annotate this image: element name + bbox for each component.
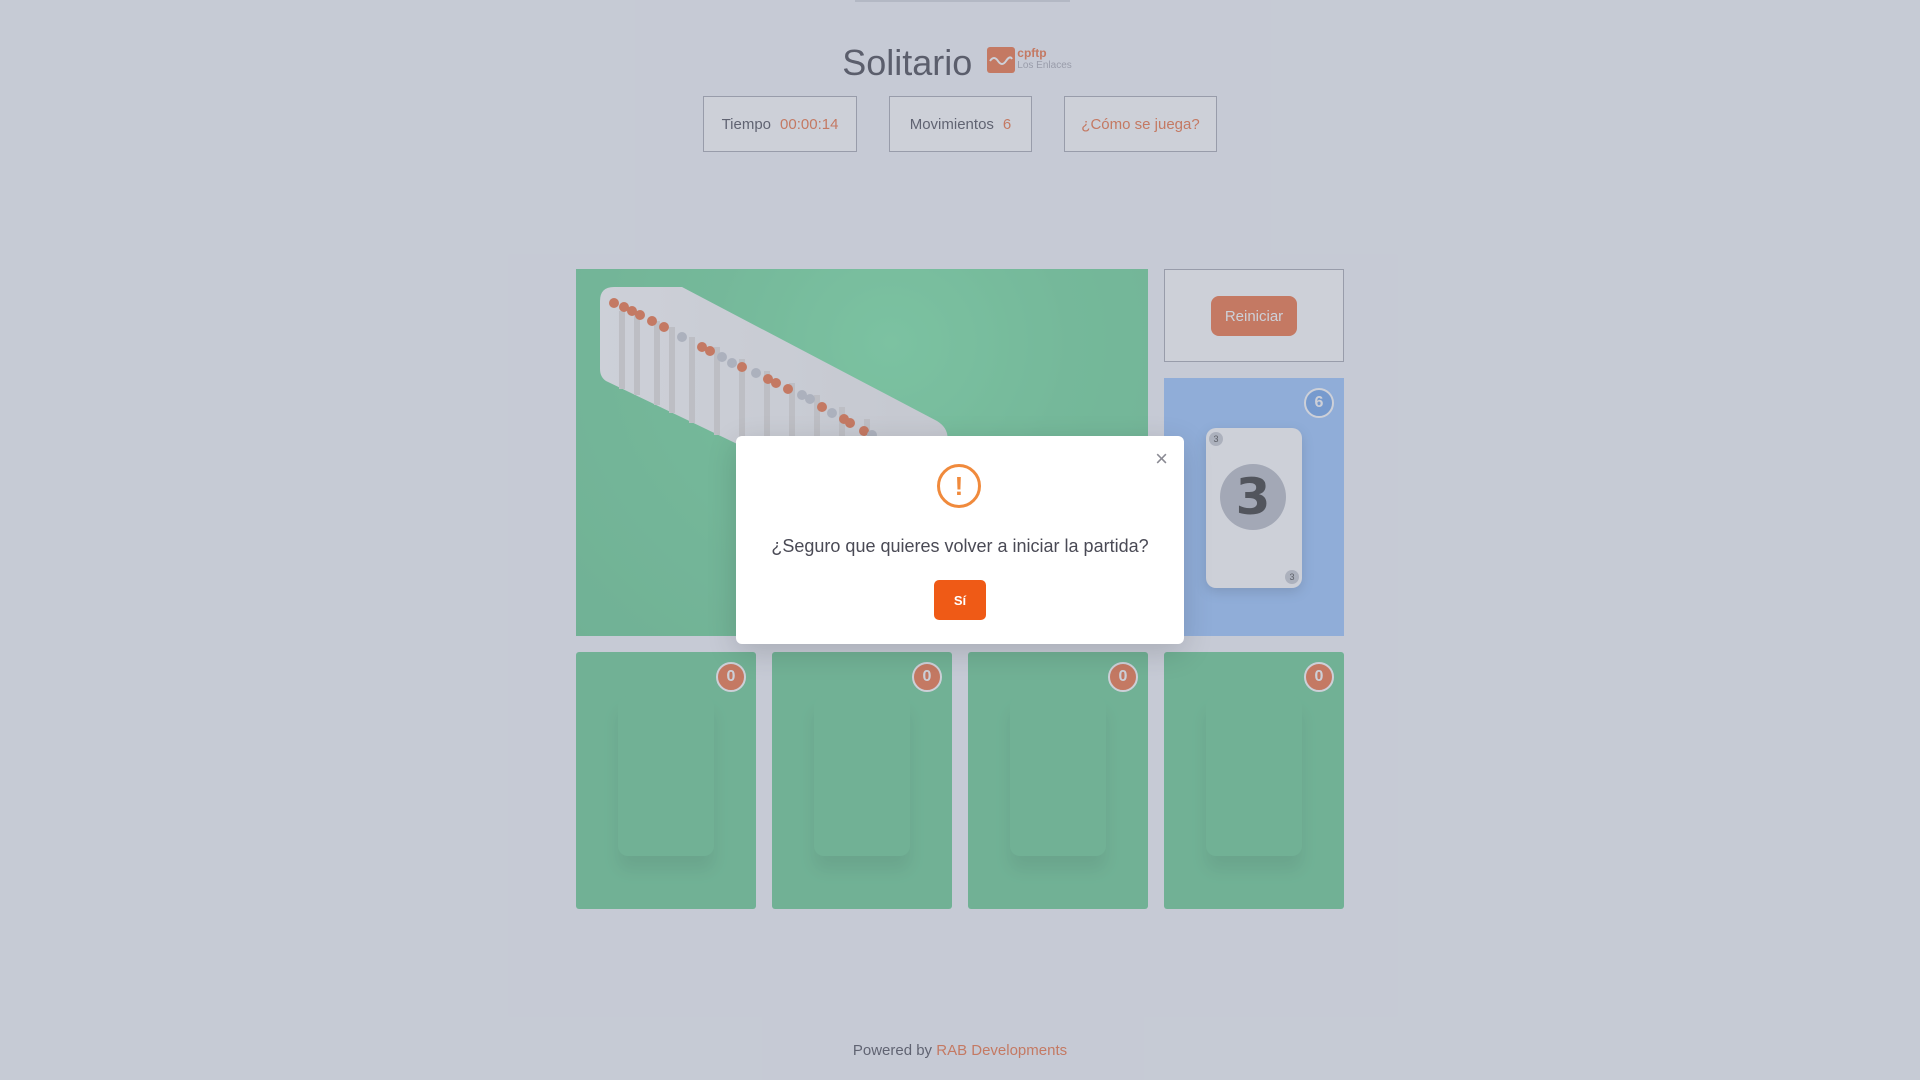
dialog-message: ¿Seguro que quieres volver a iniciar la … (771, 536, 1149, 556)
confirm-restart-dialog: × ! ¿Seguro que quieres volver a iniciar… (736, 436, 1184, 644)
close-icon[interactable]: × (1155, 448, 1168, 470)
warning-icon: ! (937, 464, 981, 508)
confirm-button[interactable]: Sí (934, 580, 986, 620)
